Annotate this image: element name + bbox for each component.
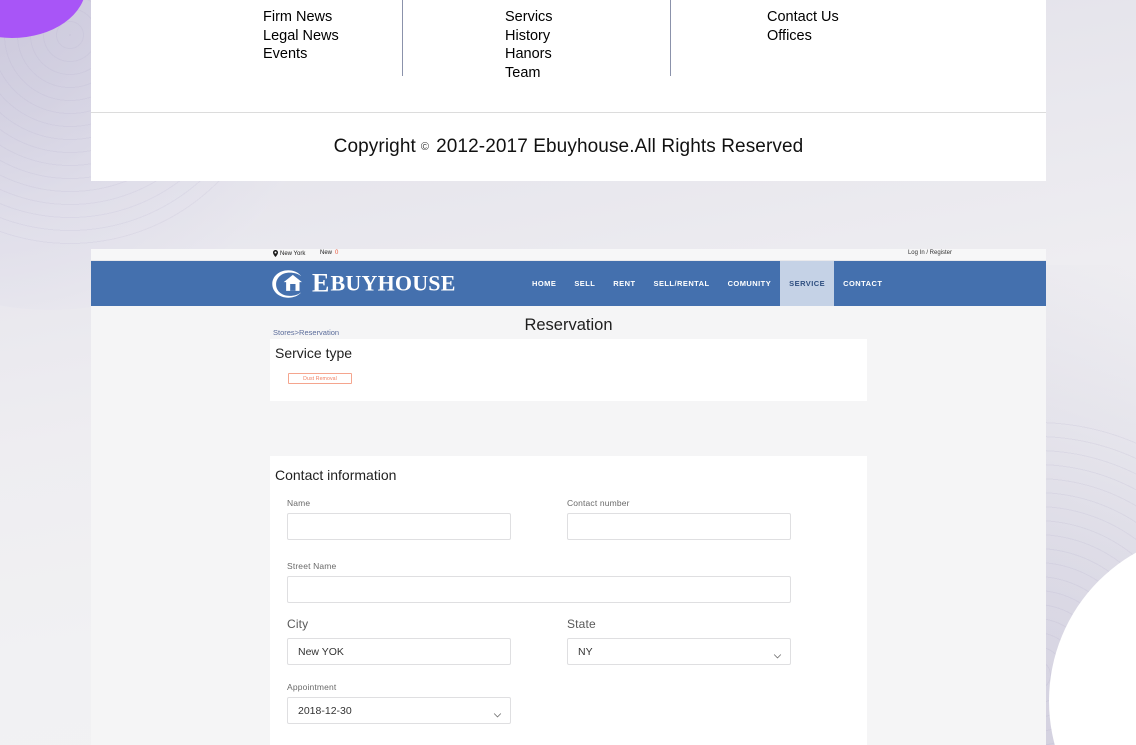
footer-link[interactable]: Contact Us (767, 8, 839, 27)
copyright-text: 2012-2017 Ebuyhouse.All Rights Reserved (436, 135, 804, 157)
cart-label: New (320, 250, 333, 256)
footer-link[interactable]: Events (263, 45, 339, 64)
cart-count-badge: 0 (335, 250, 339, 256)
screen: Firm News Legal News Events Servics Hist… (0, 0, 1136, 745)
page-footer-fragment: Firm News Legal News Events Servics Hist… (91, 0, 1046, 181)
field-label-contact-number: Contact number (567, 498, 630, 508)
footer-link[interactable]: Legal News (263, 27, 339, 46)
brand-logo[interactable]: E BUYHOUSE (270, 268, 456, 299)
nav-item-contact[interactable]: CONTACT (834, 261, 891, 306)
footer-link[interactable]: Team (505, 64, 553, 83)
reservation-page: New York New 0 Log In / Register E BUYHO… (91, 249, 1046, 745)
state-select[interactable] (567, 638, 791, 665)
field-label-appointment: Appointment (287, 682, 337, 692)
field-street-name: Street Name (287, 561, 791, 603)
footer-link-columns: Firm News Legal News Events Servics Hist… (91, 0, 1046, 113)
footer-divider (670, 0, 671, 76)
contact-information-heading: Contact information (275, 467, 397, 483)
field-label-city: City (287, 617, 309, 631)
utility-bar: New York New 0 Log In / Register (91, 249, 1046, 261)
appointment-date-select[interactable] (287, 697, 511, 724)
nav-item-sell[interactable]: SELL (565, 261, 604, 306)
footer-column-contact: Contact Us Offices (767, 8, 839, 45)
nav-item-home[interactable]: HOME (523, 261, 565, 306)
service-type-heading: Service type (275, 345, 353, 361)
page-title: Reservation (524, 316, 613, 334)
brand-name-rest: BUYHOUSE (330, 270, 456, 296)
field-appointment: Appointment (287, 682, 511, 724)
main-navigation-bar: E BUYHOUSE HOME SELL RENT SELL/RENTAL COM… (91, 261, 1046, 306)
contact-number-input[interactable] (567, 513, 791, 540)
footer-link[interactable]: History (505, 27, 553, 46)
copyright-symbol-icon: © (420, 140, 430, 153)
field-name: Name (287, 498, 511, 540)
service-chip-dust-removal[interactable]: Dust Removal (288, 373, 352, 384)
contact-information-card: Contact information Name Contact number … (270, 456, 867, 745)
footer-link[interactable]: Offices (767, 27, 839, 46)
nav-item-service[interactable]: SERVICE (780, 261, 835, 306)
field-label-name: Name (287, 498, 311, 508)
footer-divider (402, 0, 403, 76)
footer-link[interactable]: Servics (505, 8, 553, 27)
name-input[interactable] (287, 513, 511, 540)
copyright-notice: Copyright © 2012-2017 Ebuyhouse.All Righ… (91, 113, 1046, 180)
field-city: City (287, 617, 511, 665)
brand-initial: E (312, 268, 330, 298)
nav-item-rent[interactable]: RENT (604, 261, 644, 306)
breadcrumb[interactable]: Stores>Reservation (273, 328, 339, 337)
field-contact-number: Contact number (567, 498, 791, 540)
field-label-state: State (567, 617, 596, 631)
location-label: New York (280, 250, 306, 257)
brand-name: E BUYHOUSE (312, 268, 456, 298)
map-pin-icon (273, 250, 278, 257)
field-label-street-name: Street Name (287, 561, 337, 571)
footer-column-news: Firm News Legal News Events (263, 8, 339, 64)
login-register-link[interactable]: Log In / Register (908, 250, 952, 256)
house-logo-icon (270, 268, 305, 299)
service-type-card: Service type Dust Removal (270, 339, 867, 401)
field-state: State (567, 617, 791, 665)
city-input[interactable] (287, 638, 511, 665)
footer-link[interactable]: Hanors (505, 45, 553, 64)
nav-menu: HOME SELL RENT SELL/RENTAL COMUNITY SERV… (523, 261, 891, 306)
copyright-prefix: Copyright (333, 135, 416, 157)
nav-item-sell-rental[interactable]: SELL/RENTAL (645, 261, 719, 306)
street-name-input[interactable] (287, 576, 791, 603)
cart-indicator[interactable]: New 0 (320, 250, 338, 256)
nav-item-comunity[interactable]: COMUNITY (719, 261, 781, 306)
location-selector[interactable]: New York (273, 250, 305, 257)
footer-column-about: Servics History Hanors Team (505, 8, 553, 83)
footer-link[interactable]: Firm News (263, 8, 339, 27)
